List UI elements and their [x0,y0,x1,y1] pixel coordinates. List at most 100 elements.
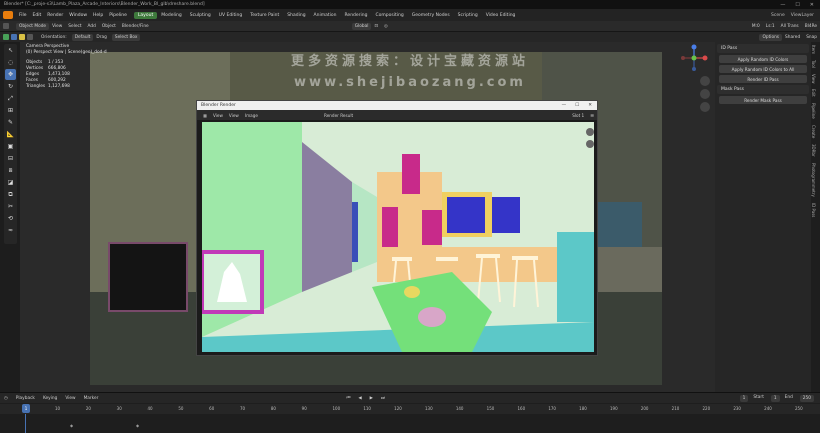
keyframe-marker[interactable]: ◆ [70,423,73,428]
render-window[interactable]: Blender Render — ☐ ✕ ▦ View View Image R… [196,100,598,356]
render-id-pass-button[interactable]: Render ID Pass [719,75,807,83]
apply-random-id-colors-button[interactable]: Apply Random ID Colors [719,55,807,63]
render-close-icon[interactable]: ✕ [588,103,592,108]
tab-shading[interactable]: Shading [283,12,309,19]
menu-pipeline[interactable]: Pipeline [106,13,130,18]
pipeline-selector[interactable]: Blender/Fine [119,24,152,29]
add-cube-icon[interactable]: ▣ [5,141,16,152]
bl4re[interactable]: Bl4Re [802,24,820,29]
menu-render[interactable]: Render [44,13,66,18]
current-frame-field[interactable]: 1 [739,394,749,402]
current-frame-indicator[interactable]: 1 [22,404,30,413]
menu-object[interactable]: Object [99,24,119,29]
pan-hand-icon[interactable] [700,89,710,99]
stat-ls[interactable]: Ls:1 [763,24,778,29]
mode-icon-1[interactable] [11,34,17,40]
annotate-tool-icon[interactable]: ✎ [5,117,16,128]
mask-pass-header[interactable]: Mask Pass [717,85,809,94]
jump-start-icon[interactable]: ⏮ [342,396,354,401]
render-minimize-icon[interactable]: — [562,103,567,108]
tab-texture-paint[interactable]: Texture Paint [246,12,283,19]
select-box-selector[interactable]: Select Box [111,33,141,41]
transform-tool-icon[interactable]: ⊞ [5,105,16,116]
mode-icon-3[interactable] [27,34,33,40]
tab-scripting[interactable]: Scripting [454,12,482,19]
sidebar-tab-pipeline[interactable]: Pipeline [811,100,816,122]
tab-modeling[interactable]: Modeling [157,12,185,19]
scale-tool-icon[interactable]: ⤢ [5,93,16,104]
measure-tool-icon[interactable]: 📐 [5,129,16,140]
timeline-marker-menu[interactable]: Marker [80,396,103,401]
menu-window[interactable]: Window [66,13,90,18]
close-icon[interactable]: ✕ [810,2,814,8]
camera-view-icon[interactable] [700,102,710,112]
mode-icon-2[interactable] [19,34,25,40]
shared-toggle[interactable]: Shared [782,34,803,41]
start-frame-field[interactable]: 1 [770,394,780,402]
extrude-icon[interactable]: ⊟ [5,153,16,164]
render-menu-image[interactable]: Image [242,113,261,118]
sidebar-tab-create[interactable]: Create [811,122,816,141]
spin-icon[interactable]: ⟲ [5,213,16,224]
inset-icon[interactable]: ⧈ [5,165,16,176]
snap-toggle[interactable]: Snap [803,34,820,41]
menu-edit[interactable]: Edit [30,13,45,18]
bevel-icon[interactable]: ◪ [5,177,16,188]
stat-m[interactable]: M:0 [749,24,763,29]
play-reverse-icon[interactable]: ◀ [354,396,365,401]
timeline-editor-icon[interactable]: ◷ [0,396,12,401]
smooth-icon[interactable]: ≈ [5,225,16,236]
sidebar-tab-photogrammetry[interactable]: Photogrammetry [811,160,816,200]
timeline-keying-menu[interactable]: Keying [39,396,61,401]
orientation-selector[interactable]: Default [71,33,94,41]
tab-sculpting[interactable]: Sculpting [186,12,215,19]
keyframe-marker[interactable]: ◆ [136,423,139,428]
knife-icon[interactable]: ✂ [5,201,16,212]
timeline-view-menu[interactable]: View [61,396,79,401]
render-menu-view2[interactable]: View [226,113,242,118]
editor-type[interactable] [0,23,14,29]
all-trans[interactable]: All Trans [778,24,802,29]
scene-selector[interactable]: Scene [771,13,785,18]
blender-logo-icon[interactable] [3,11,13,19]
sidebar-tab-view[interactable]: View [811,71,816,87]
end-frame-field[interactable]: 250 [799,394,814,402]
jump-end-icon[interactable]: ⏭ [377,396,389,401]
tab-geometry-nodes[interactable]: Geometry Nodes [408,12,454,19]
apply-random-id-colors-all-button[interactable]: Apply Random ID Colors to All [719,65,807,73]
drag-selector[interactable]: Drag [93,35,109,40]
menu-add[interactable]: Add [85,24,99,29]
play-icon[interactable]: ▶ [366,396,377,401]
menu-help[interactable]: Help [90,13,106,18]
playhead[interactable] [25,414,26,433]
sidebar-tab-id-pass[interactable]: ID Pass [811,200,816,220]
menu-view[interactable]: View [49,24,65,29]
render-editor-icon[interactable]: ▦ [200,113,210,118]
mode-selector[interactable]: Object Mode [16,22,50,30]
loop-cut-icon[interactable]: ⧉ [5,189,16,200]
timeline-playback-menu[interactable]: Playback [12,396,39,401]
menu-file[interactable]: File [16,13,30,18]
sidebar-tab-edit[interactable]: Edit [811,86,816,100]
render-options-icon[interactable]: ☰ [587,113,597,118]
tab-video-editing[interactable]: Video Editing [482,12,520,19]
render-maximize-icon[interactable]: ☐ [575,103,579,108]
transform-orientation[interactable]: Global [351,22,372,30]
tab-layout[interactable]: Layout [133,11,158,19]
snap-icon[interactable]: ⊡ [371,24,381,29]
id-pass-header[interactable]: ID Pass [717,44,809,53]
sidebar-tab-3drbr[interactable]: 3DRbr [811,141,816,160]
render-mask-pass-button[interactable]: Render Mask Pass [719,96,807,104]
maximize-icon[interactable]: ☐ [795,2,799,8]
render-menu-view1[interactable]: View [210,113,226,118]
tab-uv-editing[interactable]: UV Editing [215,12,246,19]
render-slot-selector[interactable]: Slot 1 [569,113,587,118]
tab-animation[interactable]: Animation [310,12,341,19]
tab-compositing[interactable]: Compositing [371,12,407,19]
select-tool-icon[interactable] [3,34,9,40]
timeline-ruler[interactable]: 1 10 20 30 40 50 60 70 80 90 100 110 120 130 140 150 16… [0,404,820,414]
tab-rendering[interactable]: Rendering [341,12,372,19]
proportional-icon[interactable]: ◎ [381,24,391,29]
sidebar-tab-tool[interactable]: Tool [811,57,816,71]
menu-select[interactable]: Select [65,24,84,29]
